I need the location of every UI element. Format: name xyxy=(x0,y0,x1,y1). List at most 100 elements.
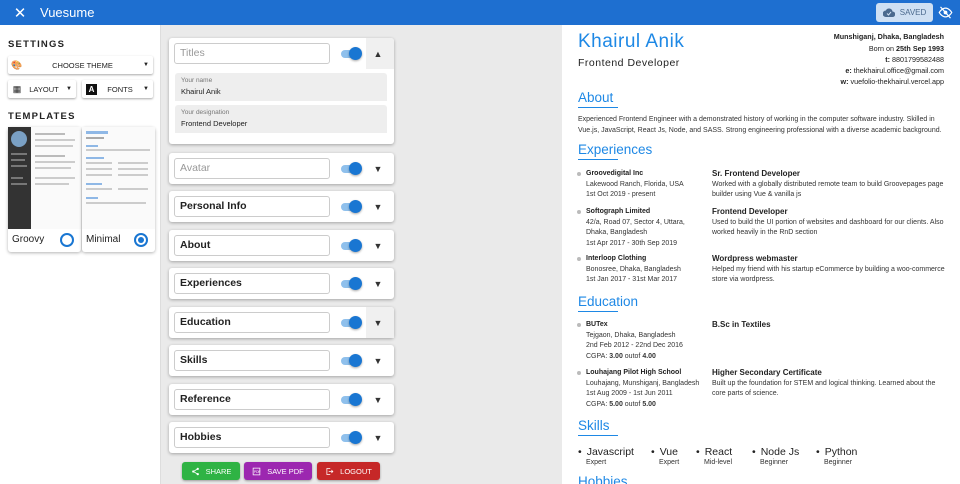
choose-theme-label: CHOOSE THEME xyxy=(52,60,113,70)
fonts-button[interactable]: A FONTS ▼ xyxy=(82,80,153,98)
your-name-label: Your name xyxy=(181,77,213,84)
font-icon: A xyxy=(86,83,97,95)
skills-heading: Skills xyxy=(578,418,610,433)
share-icon xyxy=(191,467,199,475)
experience-role: Wordpress webmaster Helped my friend wit… xyxy=(712,254,945,283)
share-label: SHARE xyxy=(205,466,232,476)
experiences-toggle[interactable] xyxy=(341,277,362,291)
skills-toggle[interactable] xyxy=(341,354,362,368)
experience-item: Softograph Limited 42/a, Road 07, Sector… xyxy=(586,208,685,247)
share-button[interactable]: SHARE xyxy=(182,462,240,480)
settings-heading: SETTINGS xyxy=(8,39,66,50)
chevron-down-icon[interactable]: ▼ xyxy=(371,354,385,368)
fonts-label: FONTS xyxy=(107,84,133,94)
settings-sidebar: SETTINGS 🎨 CHOOSE THEME ▼ ▦ LAYOUT ▼ A F… xyxy=(0,25,161,484)
template-card-groovy[interactable]: Groovy xyxy=(8,127,81,252)
resume-email: e: thekhairul.office@gmail.com xyxy=(845,66,944,75)
about-toggle[interactable] xyxy=(341,239,362,253)
titles-input[interactable]: Titles xyxy=(174,43,330,64)
chevron-down-icon[interactable]: ▼ xyxy=(371,393,385,407)
education-toggle[interactable] xyxy=(341,316,362,330)
chevron-down-icon[interactable]: ▼ xyxy=(371,316,385,330)
hobbies-input[interactable]: Hobbies xyxy=(174,427,330,448)
svg-text:PDF: PDF xyxy=(254,470,261,474)
layout-icon: ▦ xyxy=(12,83,22,94)
choose-theme-button[interactable]: 🎨 CHOOSE THEME ▼ xyxy=(8,56,153,74)
chevron-up-icon[interactable]: ▲ xyxy=(371,47,385,61)
template-card-minimal[interactable]: Minimal xyxy=(82,127,155,252)
eye-off-icon[interactable] xyxy=(938,5,953,20)
hobbies-toggle[interactable] xyxy=(341,431,362,445)
reference-input[interactable]: Reference xyxy=(174,389,330,410)
your-name-field[interactable]: Your name Khairul Anik xyxy=(175,73,387,101)
resume-address: Munshiganj, Dhaka, Bangladesh xyxy=(833,32,944,41)
logout-button[interactable]: LOGOUT xyxy=(317,462,380,480)
resume-designation: Frontend Developer xyxy=(578,57,680,69)
experiences-panel: Experiences ▼ xyxy=(169,268,394,299)
your-name-value: Khairul Anik xyxy=(181,87,221,96)
palette-icon: 🎨 xyxy=(11,59,23,70)
education-item: Louhajang Pilot High School Louhajang, M… xyxy=(586,369,700,408)
titles-toggle[interactable] xyxy=(341,47,362,61)
save-pdf-button[interactable]: PDF SAVE PDF xyxy=(244,462,312,480)
reference-panel: Reference ▼ xyxy=(169,384,394,415)
about-input[interactable]: About xyxy=(174,235,330,256)
template-radio-groovy[interactable] xyxy=(60,233,74,247)
your-designation-field[interactable]: Your designation Frontend Developer xyxy=(175,105,387,133)
resume-name: Khairul Anik xyxy=(578,31,685,52)
chevron-down-icon[interactable]: ▼ xyxy=(371,431,385,445)
resume-website: w: vuefolio-thekhairul.vercel.app xyxy=(840,77,944,86)
avatar-input[interactable]: Avatar xyxy=(174,158,330,179)
your-designation-value: Frontend Developer xyxy=(181,119,248,128)
template-radio-minimal[interactable] xyxy=(134,233,148,247)
app-title: Vuesume xyxy=(40,5,95,20)
education-panel: Education ▼ xyxy=(169,307,394,338)
skill-item: JavascriptExpert xyxy=(578,446,634,466)
about-text: Experienced Frontend Engineer with a dem… xyxy=(578,116,942,134)
template-name: Minimal xyxy=(86,234,121,245)
app-bar: ✕ Vuesume SAVED xyxy=(0,0,960,25)
logout-label: LOGOUT xyxy=(340,466,372,476)
education-degree: B.Sc in Textiles xyxy=(712,320,771,329)
template-name: Groovy xyxy=(12,234,45,245)
hobbies-panel: Hobbies ▼ xyxy=(169,422,394,453)
chevron-down-icon[interactable]: ▼ xyxy=(371,239,385,253)
skill-item: ReactMid-level xyxy=(696,446,732,466)
chevron-down-icon[interactable]: ▼ xyxy=(371,200,385,214)
chevron-down-icon[interactable]: ▼ xyxy=(371,162,385,176)
avatar-panel: Avatar ▼ xyxy=(169,153,394,184)
education-input[interactable]: Education xyxy=(174,312,330,333)
skill-item: PythonBeginner xyxy=(816,446,857,466)
your-designation-label: Your designation xyxy=(181,109,230,116)
layout-label: LAYOUT xyxy=(29,84,59,94)
saved-label: SAVED xyxy=(899,8,927,17)
close-icon[interactable]: ✕ xyxy=(0,4,40,22)
personal-info-panel: Personal Info ▼ xyxy=(169,191,394,222)
education-degree: Higher Secondary Certificate Built up th… xyxy=(712,368,936,397)
personal-info-input[interactable]: Personal Info xyxy=(174,196,330,217)
hobbies-heading: Hobbies xyxy=(578,474,628,484)
pdf-icon: PDF xyxy=(252,467,261,475)
skills-panel: Skills ▼ xyxy=(169,345,394,376)
skill-item: VueExpert xyxy=(651,446,679,466)
caret-down-icon: ▼ xyxy=(143,62,149,68)
experiences-heading: Experiences xyxy=(578,142,653,157)
resume-preview: Khairul Anik Frontend Developer Munshiga… xyxy=(562,25,960,484)
layout-button[interactable]: ▦ LAYOUT ▼ xyxy=(8,80,76,98)
experiences-input[interactable]: Experiences xyxy=(174,273,330,294)
avatar-toggle[interactable] xyxy=(341,162,362,176)
experience-role: Frontend Developer Used to build the UI … xyxy=(712,207,944,236)
personal-info-toggle[interactable] xyxy=(341,200,362,214)
experience-item: Groovedigital Inc Lakewood Ranch, Florid… xyxy=(586,170,684,198)
chevron-down-icon[interactable]: ▼ xyxy=(371,277,385,291)
experience-item: Interloop Clothing Bonosree, Dhaka, Bang… xyxy=(586,255,681,283)
saved-button[interactable]: SAVED xyxy=(876,3,933,22)
education-heading: Education xyxy=(578,294,639,309)
editor-panel: Titles ▲ Your name Khairul Anik Your des… xyxy=(161,25,562,484)
skills-input[interactable]: Skills xyxy=(174,350,330,371)
template-thumbnail xyxy=(82,127,155,229)
logout-icon xyxy=(326,467,334,475)
cloud-check-icon xyxy=(882,8,895,17)
reference-toggle[interactable] xyxy=(341,393,362,407)
resume-born: Born on 25th Sep 1993 xyxy=(868,44,944,53)
